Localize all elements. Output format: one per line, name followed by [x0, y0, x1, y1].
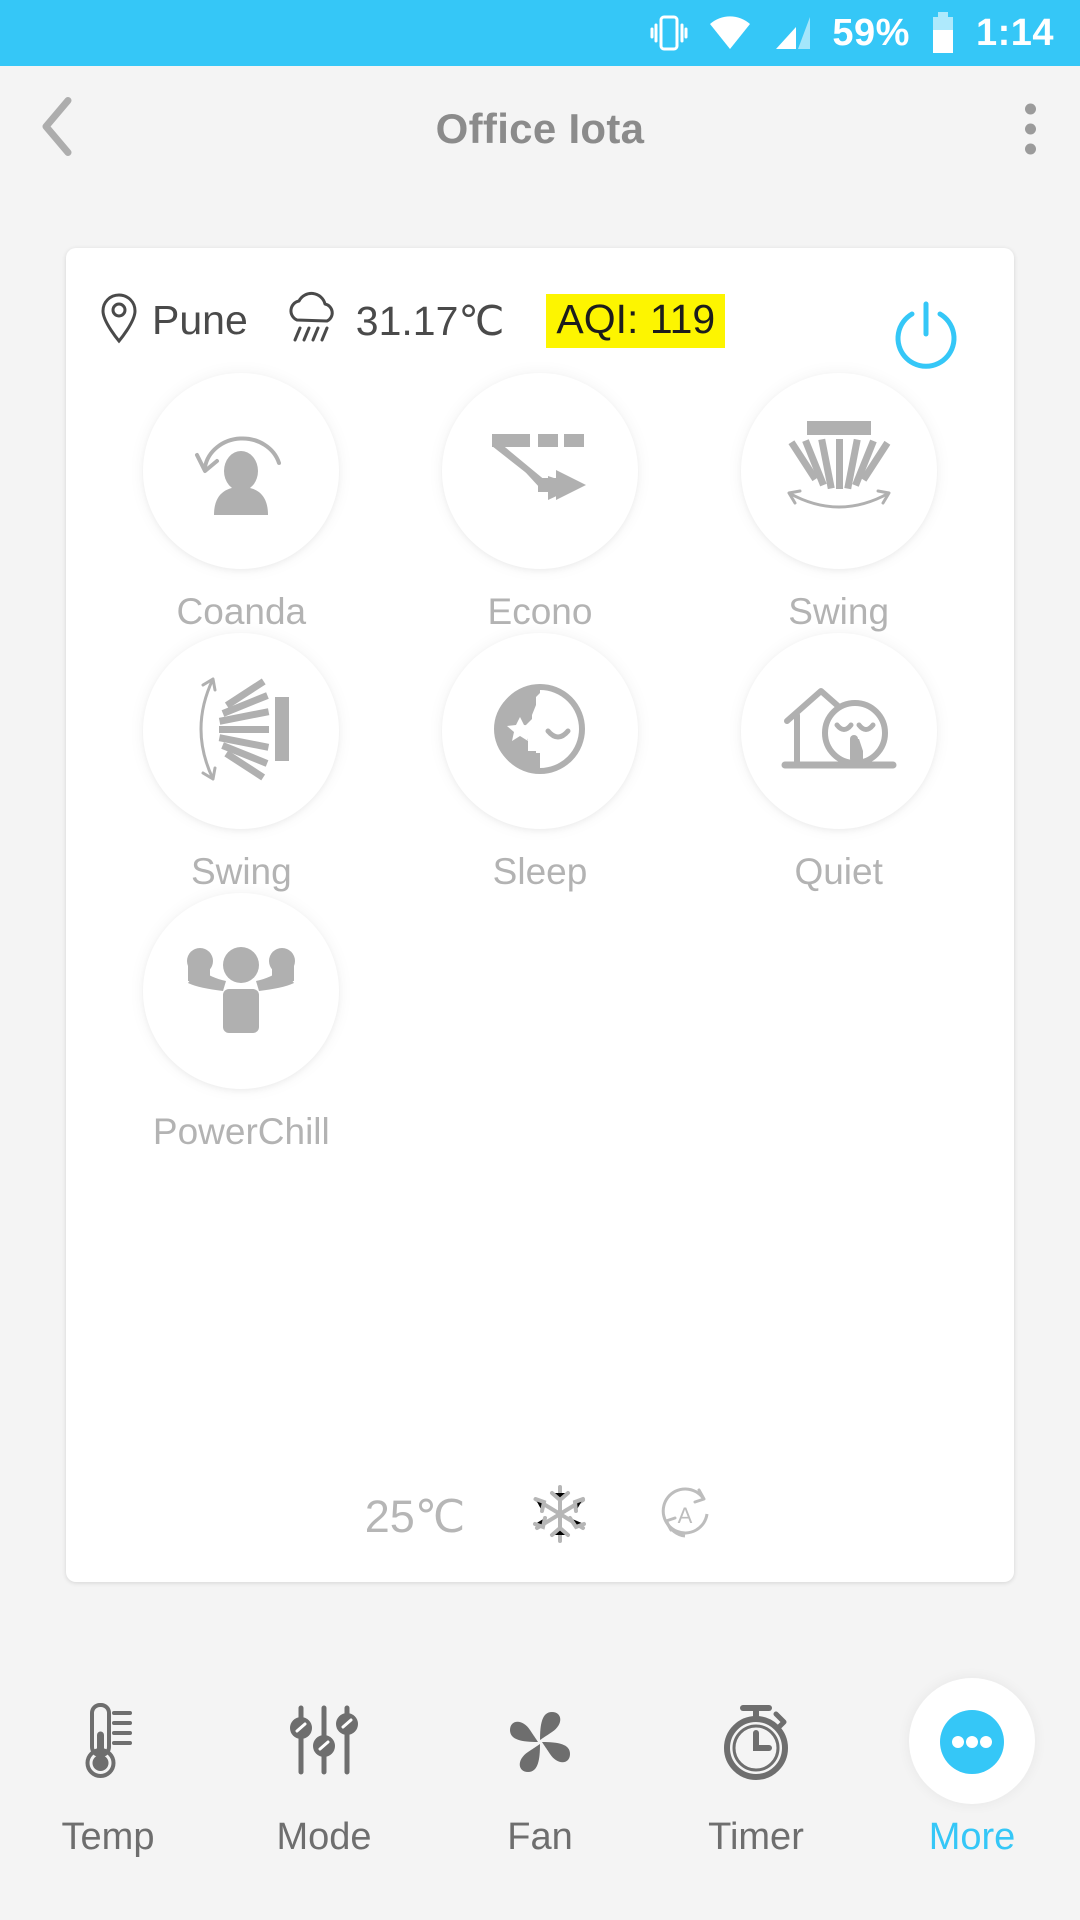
feature-label: Sleep — [492, 851, 588, 892]
powerchill-flex-icon — [186, 943, 296, 1040]
horizontal-swing-icon — [779, 417, 899, 526]
feature-quiet[interactable]: Quiet — [689, 633, 988, 893]
nav-item-more[interactable]: More — [864, 1678, 1080, 1859]
sliders-icon — [287, 1690, 361, 1794]
bottom-navigation: Temp Mode Fan Timer More — [0, 1662, 1080, 1920]
rain-cloud-icon — [282, 290, 340, 351]
feature-powerchill[interactable]: PowerChill — [92, 893, 391, 1153]
nav-label: Mode — [276, 1816, 372, 1858]
nav-item-fan[interactable]: Fan — [432, 1690, 648, 1859]
nav-label: Fan — [507, 1816, 573, 1858]
location-pin-icon — [100, 292, 138, 349]
feature-label: Econo — [487, 591, 593, 632]
more-dots-icon — [932, 1690, 1012, 1794]
svg-text:A: A — [678, 1503, 693, 1528]
snowflake-cool-icon — [529, 1483, 591, 1550]
quiet-house-shush-icon — [781, 681, 897, 782]
app-bar: Office Iota — [0, 66, 1080, 192]
vertical-swing-icon — [189, 669, 293, 794]
nav-label: Temp — [61, 1816, 155, 1858]
card-header: Pune 31.17℃ AQI: 119 — [66, 248, 1014, 369]
nav-item-timer[interactable]: Timer — [648, 1690, 864, 1859]
set-temperature: 25℃ — [364, 1491, 466, 1542]
vibrate-icon — [650, 12, 688, 54]
power-icon[interactable] — [886, 296, 966, 381]
nav-label: More — [928, 1816, 1016, 1858]
outdoor-temperature: 31.17℃ — [355, 297, 505, 344]
nav-item-temp[interactable]: Temp — [0, 1690, 216, 1859]
sleep-moon-face-icon — [490, 679, 590, 784]
aqi-badge: AQI: 119 — [546, 293, 726, 348]
nav-item-mode[interactable]: Mode — [216, 1690, 432, 1859]
device-control-card: Pune 31.17℃ AQI: 119 Coanda Econo Swing … — [66, 248, 1014, 1582]
clock-time: 1:14 — [975, 11, 1054, 54]
location-name: Pune — [152, 297, 248, 343]
coanda-airflow-icon — [187, 419, 295, 524]
feature-swing-horizontal[interactable]: Swing — [689, 373, 988, 633]
auto-fan-icon: A — [655, 1484, 715, 1549]
feature-label: Swing — [190, 851, 292, 892]
feature-label: Quiet — [794, 851, 883, 892]
feature-grid: Coanda Econo Swing Swing Sleep Quiet Pow… — [66, 373, 1014, 1153]
thermometer-icon — [72, 1690, 144, 1794]
fan-blades-icon — [500, 1690, 580, 1794]
overflow-menu-icon[interactable] — [1025, 103, 1036, 155]
nav-label: Timer — [708, 1816, 804, 1858]
feature-label: PowerChill — [152, 1111, 330, 1152]
card-status-footer: 25℃ A — [66, 1483, 1014, 1550]
status-bar: 59% 1:14 — [0, 0, 1080, 66]
feature-sleep[interactable]: Sleep — [391, 633, 690, 893]
econo-arrow-icon — [490, 430, 590, 513]
wifi-icon — [708, 15, 752, 51]
feature-label: Coanda — [176, 591, 307, 632]
feature-swing-vertical[interactable]: Swing — [92, 633, 391, 893]
feature-econo[interactable]: Econo — [391, 373, 690, 633]
battery-percent: 59% — [832, 11, 910, 54]
back-chevron-icon[interactable] — [36, 95, 80, 164]
feature-label: Swing — [788, 591, 890, 632]
feature-coanda[interactable]: Coanda — [92, 373, 391, 633]
page-title: Office Iota — [435, 105, 645, 152]
battery-icon — [930, 11, 956, 55]
stopwatch-icon — [716, 1690, 796, 1794]
cellular-signal-icon — [772, 15, 812, 51]
